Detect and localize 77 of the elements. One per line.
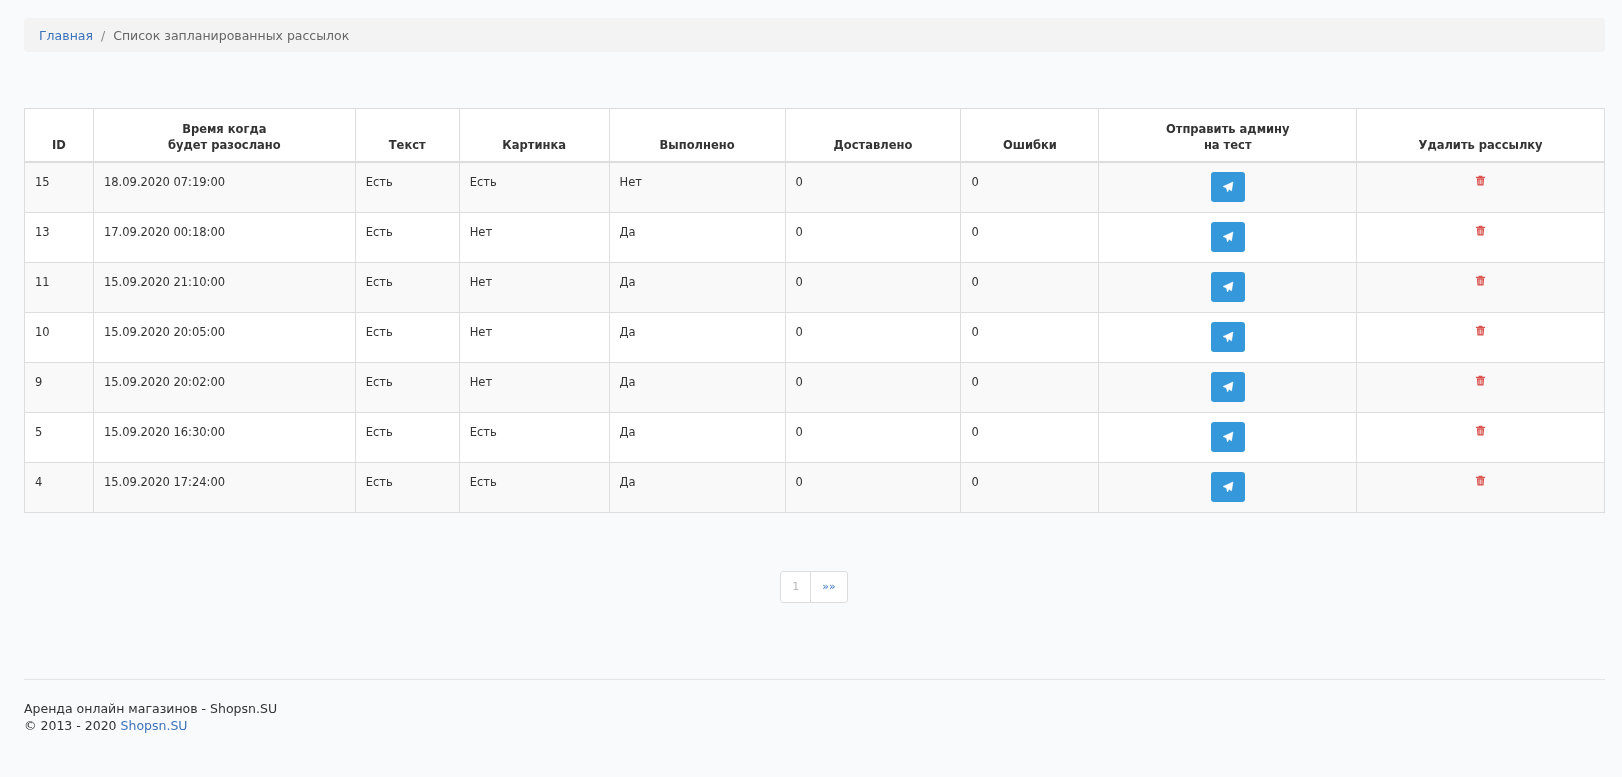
breadcrumb-separator: /: [101, 27, 106, 43]
table-cell: Да: [619, 324, 636, 339]
send-test-button[interactable]: [1210, 321, 1245, 352]
trash-icon[interactable]: [1475, 474, 1487, 486]
table-cell: 0: [971, 324, 979, 339]
table-cell: Есть: [365, 224, 393, 239]
table-cell: 15.09.2020 20:02:00: [103, 374, 226, 389]
table-cell: Есть: [365, 424, 393, 439]
table-cell: Да: [619, 374, 636, 389]
copyright-text: © 2013 - 2020: [24, 717, 117, 733]
table-cell: Есть: [469, 424, 497, 439]
table-cell: Есть: [469, 175, 497, 189]
table-cell: 10: [35, 324, 50, 339]
table-cell: 15.09.2020 20:05:00: [103, 324, 226, 339]
breadcrumb-link[interactable]: Главная: [39, 27, 93, 43]
table-cell: 9: [35, 374, 43, 389]
table-cell: Да: [619, 274, 636, 289]
paper-plane-icon: [1221, 430, 1234, 443]
table-cell: Есть: [365, 324, 393, 339]
trash-icon[interactable]: [1475, 374, 1487, 386]
table-cell: 0: [971, 424, 979, 439]
table-cell: 0: [971, 374, 979, 389]
footer-tagline: Аренда онлайн магазинов - Shopsn.SU: [24, 699, 279, 717]
send-test-button[interactable]: [1210, 371, 1245, 402]
paper-plane-icon: [1221, 380, 1234, 393]
paper-plane-icon: [1221, 181, 1234, 193]
table-cell: Да: [619, 424, 636, 439]
table-cell: 0: [795, 224, 803, 239]
table-cell: 18.09.2020 07:19:00: [103, 175, 226, 189]
table-cell: 0: [795, 374, 803, 389]
paper-plane-icon: [1221, 480, 1234, 493]
trash-icon[interactable]: [1475, 175, 1487, 186]
footer-link[interactable]: Shopsn.SU: [120, 717, 188, 733]
table-cell: 15.09.2020 17:24:00: [103, 474, 226, 489]
table-cell: 15: [35, 175, 50, 189]
table-cell: 0: [971, 175, 979, 189]
table-cell: Да: [619, 474, 636, 489]
table-cell: Нет: [469, 224, 493, 239]
table-cell: Да: [619, 224, 636, 239]
table-cell: Нет: [469, 374, 493, 389]
table-cell: 11: [35, 274, 50, 289]
send-test-button[interactable]: [1210, 471, 1245, 502]
table-cell: 13: [35, 224, 50, 239]
table-cell: 0: [971, 274, 979, 289]
table-cell: 0: [971, 224, 979, 239]
table-cell: 5: [35, 424, 43, 439]
table-cell: 17.09.2020 00:18:00: [103, 224, 226, 239]
table-cell: Есть: [365, 274, 393, 289]
table-cell: Нет: [619, 175, 643, 189]
table-cell: 15.09.2020 21:10:00: [103, 274, 226, 289]
table-cell: Нет: [469, 274, 493, 289]
paper-plane-icon: [1221, 230, 1234, 243]
table-cell: Есть: [365, 175, 393, 189]
table-cell: Нет: [469, 324, 493, 339]
table-cell: 0: [795, 324, 803, 339]
send-test-button[interactable]: [1210, 172, 1245, 202]
table-cell: 15.09.2020 16:30:00: [103, 424, 226, 439]
table-cell: 0: [795, 274, 803, 289]
table-cell: 0: [971, 474, 979, 489]
page-title: Список запланированных рассылок: [113, 27, 350, 43]
paper-plane-icon: [1221, 330, 1234, 343]
trash-icon[interactable]: [1475, 424, 1487, 436]
table-cell: Есть: [469, 474, 497, 489]
table-cell: Есть: [365, 374, 393, 389]
paper-plane-icon: [1221, 280, 1234, 293]
table-cell: 4: [35, 474, 43, 489]
table-cell: 0: [795, 424, 803, 439]
send-test-button[interactable]: [1210, 221, 1245, 252]
table-cell: 0: [795, 175, 803, 189]
table-cell: 0: [795, 474, 803, 489]
trash-icon[interactable]: [1475, 324, 1487, 336]
send-test-button[interactable]: [1210, 271, 1245, 302]
send-test-button[interactable]: [1210, 421, 1245, 452]
trash-icon[interactable]: [1475, 224, 1487, 236]
table-cell: Есть: [365, 474, 393, 489]
page-link[interactable]: »»: [810, 570, 848, 603]
trash-icon[interactable]: [1475, 274, 1487, 286]
